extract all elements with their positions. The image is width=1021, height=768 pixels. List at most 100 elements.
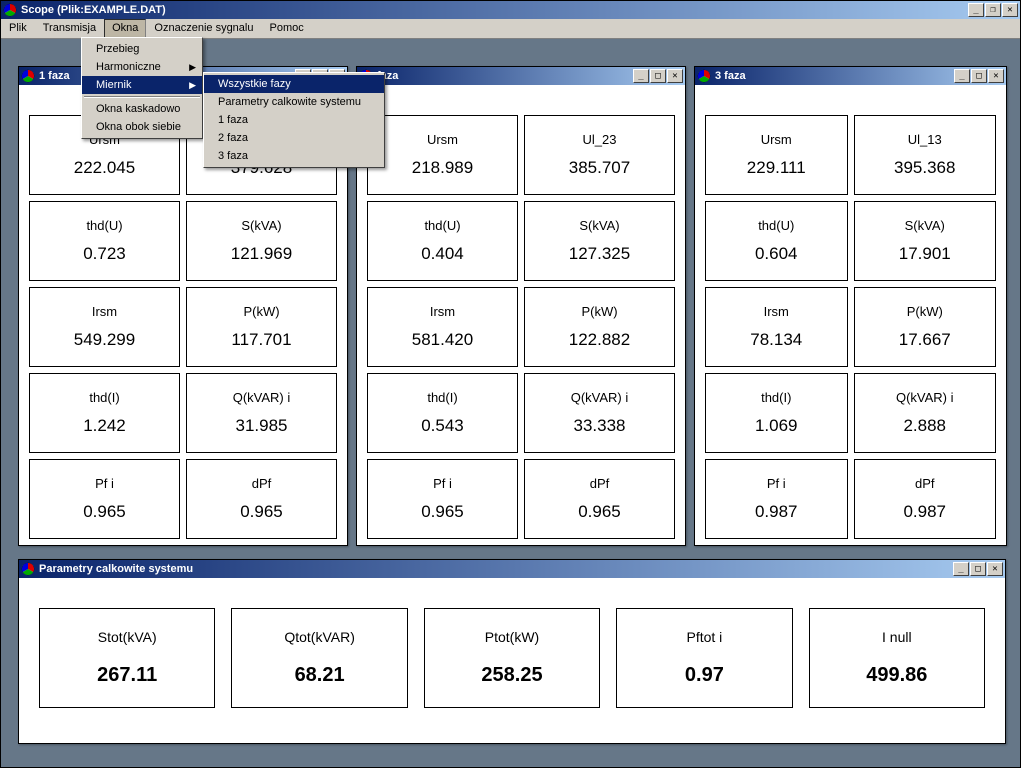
meter-cell: Pftot i0.97: [616, 608, 792, 708]
submenu-item-3-faza[interactable]: 3 faza: [204, 147, 384, 165]
meter-value: 218.989: [412, 158, 473, 178]
meter-value: 0.965: [578, 502, 621, 522]
meter-cell: Ul_23385.707: [524, 115, 675, 195]
meter-cell: Pf i 0.965: [367, 459, 518, 539]
menu-okna-dropdown: Przebieg Harmoniczne▶ Miernik▶ Okna kask…: [81, 37, 203, 139]
meter-label: Ursm: [761, 132, 792, 147]
meter-value: 0.97: [685, 664, 724, 687]
submenu-item-parametry-calkowite[interactable]: Parametry calkowite systemu: [204, 93, 384, 111]
meter-value: 17.901: [899, 244, 951, 264]
maximize-button[interactable]: □: [650, 69, 666, 83]
meter-value: 229.111: [747, 158, 806, 178]
meter-cell: Ursm 229.111: [705, 115, 848, 195]
meter-label: S(kVA): [579, 218, 619, 233]
meter-value: 581.420: [412, 330, 473, 350]
meter-label: thd(U): [86, 218, 122, 233]
minimize-button[interactable]: _: [954, 69, 970, 83]
menu-item-harmoniczne[interactable]: Harmoniczne▶: [82, 58, 202, 76]
meter-cell: Q(kVAR) i2.888: [854, 373, 997, 453]
menu-transmisja[interactable]: Transmisja: [35, 19, 104, 38]
meter-value: 2.888: [903, 416, 946, 436]
menu-okna[interactable]: Okna: [104, 19, 146, 38]
meter-value: 222.045: [74, 158, 135, 178]
meter-label: Pf i: [95, 476, 114, 491]
submenu-item-wszystkie-fazy[interactable]: Wszystkie fazy: [204, 75, 384, 93]
pie-icon: [21, 69, 35, 83]
meter-label: Pf i: [433, 476, 452, 491]
meter-cell: Q(kVAR) i31.985: [186, 373, 337, 453]
menu-oznaczenie[interactable]: Oznaczenie sygnalu: [146, 19, 261, 38]
app-icon: [3, 3, 17, 17]
menubar: Plik Transmisja Okna Oznaczenie sygnalu …: [1, 19, 1020, 39]
meter-label: dPf: [590, 476, 610, 491]
meter-label: thd(U): [758, 218, 794, 233]
submenu-item-2-faza[interactable]: 2 faza: [204, 129, 384, 147]
meter-value: 385.707: [569, 158, 630, 178]
meter-cell: Pf i0.965: [29, 459, 180, 539]
meter-value: 117.701: [231, 330, 291, 350]
meter-cell: thd(U)0.723: [29, 201, 180, 281]
window-totals-titlebar[interactable]: Parametry calkowite systemu _ □ ✕: [19, 560, 1005, 578]
meter-value: 0.604: [755, 244, 798, 264]
submenu-arrow-icon: ▶: [189, 62, 196, 73]
meter-value: 121.969: [231, 244, 292, 264]
meter-label: Ptot(kW): [485, 629, 539, 645]
maximize-button[interactable]: ❐: [985, 3, 1001, 17]
meter-value: 122.882: [569, 330, 630, 350]
meter-label: S(kVA): [905, 218, 945, 233]
pie-icon: [697, 69, 711, 83]
pie-icon: [21, 562, 35, 576]
meter-cell: Q(kVAR) i 33.338: [524, 373, 675, 453]
meter-label: Ursm: [427, 132, 458, 147]
meter-cell: Qtot(kVAR) 68.21: [231, 608, 407, 708]
meter-cell: dPf0.965: [186, 459, 337, 539]
meter-value: 68.21: [295, 664, 345, 687]
meter-label: Q(kVAR) i: [571, 390, 629, 405]
maximize-button[interactable]: □: [971, 69, 987, 83]
minimize-button[interactable]: _: [633, 69, 649, 83]
meter-label: P(kW): [243, 304, 279, 319]
menu-pomoc[interactable]: Pomoc: [261, 19, 311, 38]
close-button[interactable]: ✕: [988, 69, 1004, 83]
close-button[interactable]: ✕: [667, 69, 683, 83]
meter-label: thd(U): [424, 218, 460, 233]
window-totals: Parametry calkowite systemu _ □ ✕ Stot(k…: [18, 559, 1006, 744]
meter-value: 33.338: [574, 416, 626, 436]
meter-value: 17.667: [899, 330, 951, 350]
meter-label: Qtot(kVAR): [284, 629, 355, 645]
meter-label: Pf i: [767, 476, 786, 491]
meter-cell: Stot(kVA)267.11: [39, 608, 215, 708]
meter-label: Q(kVAR) i: [233, 390, 291, 405]
menu-plik[interactable]: Plik: [1, 19, 35, 38]
meter-cell: S(kVA) 17.901: [854, 201, 997, 281]
meter-value: 0.965: [421, 502, 464, 522]
close-button[interactable]: ✕: [987, 562, 1003, 576]
meter-label: Ul_13: [908, 132, 942, 147]
minimize-button[interactable]: _: [968, 3, 984, 17]
submenu-arrow-icon: ▶: [189, 80, 196, 91]
menu-item-przebieg[interactable]: Przebieg: [82, 40, 202, 58]
close-button[interactable]: ✕: [1002, 3, 1018, 17]
minimize-button[interactable]: _: [953, 562, 969, 576]
meter-value: 499.86: [866, 664, 927, 687]
window-2-faza-titlebar[interactable]: faza _ □ ✕: [357, 67, 685, 85]
menu-item-miernik[interactable]: Miernik▶: [82, 76, 202, 94]
meter-label: Irsm: [430, 304, 455, 319]
meter-value: 267.11: [97, 664, 157, 687]
meter-value: 1.069: [755, 416, 798, 436]
main-window: Scope (Plik:EXAMPLE.DAT) _ ❐ ✕ Plik Tran…: [0, 0, 1021, 768]
meter-label: S(kVA): [241, 218, 281, 233]
menu-item-obok-siebie[interactable]: Okna obok siebie: [82, 118, 202, 136]
meter-label: P(kW): [581, 304, 617, 319]
meter-value: 1.242: [83, 416, 126, 436]
meter-value: 0.404: [421, 244, 464, 264]
meter-cell: thd(U) 0.404: [367, 201, 518, 281]
meter-cell: thd(I)1.242: [29, 373, 180, 453]
menu-item-kaskadowo[interactable]: Okna kaskadowo: [82, 100, 202, 118]
window-3-faza-title: 3 faza: [715, 70, 954, 82]
meter-label: Irsm: [764, 304, 789, 319]
meter-cell: Ul_13395.368: [854, 115, 997, 195]
window-3-faza-titlebar[interactable]: 3 faza _ □ ✕: [695, 67, 1006, 85]
submenu-item-1-faza[interactable]: 1 faza: [204, 111, 384, 129]
maximize-button[interactable]: □: [970, 562, 986, 576]
